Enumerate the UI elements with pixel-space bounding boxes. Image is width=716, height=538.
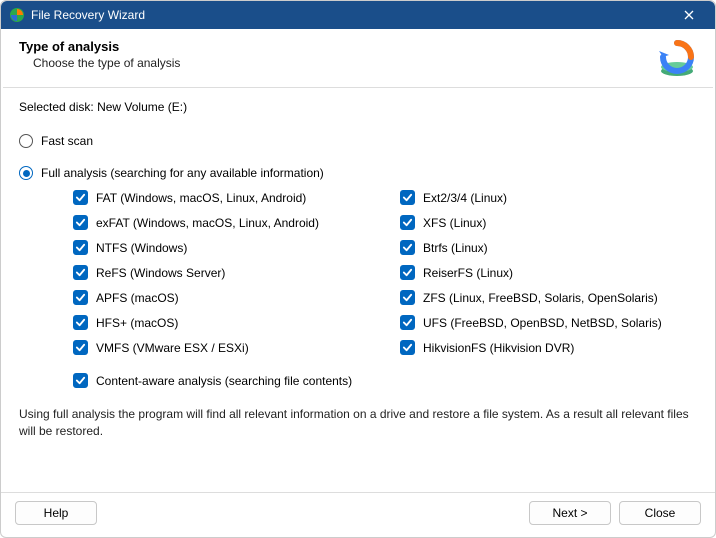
app-icon <box>9 7 25 23</box>
radio-icon <box>19 134 33 148</box>
checkbox-icon <box>400 315 415 330</box>
fs-label: VMFS (VMware ESX / ESXi) <box>96 341 249 355</box>
full-analysis-radio[interactable]: Full analysis (searching for any availab… <box>19 166 697 180</box>
fs-label: HikvisionFS (Hikvision DVR) <box>423 341 574 355</box>
fs-checkbox-c2-1[interactable]: XFS (Linux) <box>400 215 697 230</box>
fs-label: Btrfs (Linux) <box>423 241 488 255</box>
checkbox-icon <box>73 190 88 205</box>
fs-label: ReFS (Windows Server) <box>96 266 225 280</box>
fs-checkbox-c1-5[interactable]: HFS+ (macOS) <box>73 315 370 330</box>
analysis-description: Using full analysis the program will fin… <box>19 406 697 440</box>
checkbox-icon <box>73 265 88 280</box>
fs-checkbox-c1-4[interactable]: APFS (macOS) <box>73 290 370 305</box>
filesystem-grid: FAT (Windows, macOS, Linux, Android) Ext2… <box>73 190 697 355</box>
selected-disk-label: Selected disk: New Volume (E:) <box>19 100 697 114</box>
fs-label: exFAT (Windows, macOS, Linux, Android) <box>96 216 319 230</box>
checkbox-icon <box>400 265 415 280</box>
checkbox-icon <box>400 290 415 305</box>
fs-label: FAT (Windows, macOS, Linux, Android) <box>96 191 306 205</box>
next-button[interactable]: Next > <box>529 501 611 525</box>
fs-checkbox-c2-0[interactable]: Ext2/3/4 (Linux) <box>400 190 697 205</box>
checkbox-icon <box>73 215 88 230</box>
help-button[interactable]: Help <box>15 501 97 525</box>
fs-checkbox-c2-4[interactable]: ZFS (Linux, FreeBSD, Solaris, OpenSolari… <box>400 290 697 305</box>
fs-label: ZFS (Linux, FreeBSD, Solaris, OpenSolari… <box>423 291 658 305</box>
fs-checkbox-c2-3[interactable]: ReiserFS (Linux) <box>400 265 697 280</box>
page-heading: Type of analysis <box>19 39 657 54</box>
content-aware-label: Content-aware analysis (searching file c… <box>96 374 352 388</box>
checkbox-icon <box>400 215 415 230</box>
radio-icon <box>19 166 33 180</box>
close-icon <box>684 10 694 20</box>
fs-checkbox-c1-1[interactable]: exFAT (Windows, macOS, Linux, Android) <box>73 215 370 230</box>
checkbox-icon <box>400 240 415 255</box>
close-button[interactable]: Close <box>619 501 701 525</box>
fs-checkbox-c1-6[interactable]: VMFS (VMware ESX / ESXi) <box>73 340 370 355</box>
window-title: File Recovery Wizard <box>31 8 145 22</box>
fs-checkbox-c2-2[interactable]: Btrfs (Linux) <box>400 240 697 255</box>
wizard-header: Type of analysis Choose the type of anal… <box>1 29 715 87</box>
checkbox-icon <box>73 340 88 355</box>
content-aware-checkbox[interactable]: Content-aware analysis (searching file c… <box>73 373 697 388</box>
fast-scan-label: Fast scan <box>41 134 93 148</box>
checkbox-icon <box>73 373 88 388</box>
fs-label: UFS (FreeBSD, OpenBSD, NetBSD, Solaris) <box>423 316 662 330</box>
fs-label: APFS (macOS) <box>96 291 179 305</box>
close-window-button[interactable] <box>669 1 709 29</box>
wizard-icon <box>657 39 697 79</box>
fs-label: XFS (Linux) <box>423 216 486 230</box>
full-analysis-label: Full analysis (searching for any availab… <box>41 166 324 180</box>
page-subheading: Choose the type of analysis <box>33 56 657 70</box>
fs-checkbox-c2-5[interactable]: UFS (FreeBSD, OpenBSD, NetBSD, Solaris) <box>400 315 697 330</box>
checkbox-icon <box>73 315 88 330</box>
titlebar: File Recovery Wizard <box>1 1 715 29</box>
fs-checkbox-c1-0[interactable]: FAT (Windows, macOS, Linux, Android) <box>73 190 370 205</box>
checkbox-icon <box>400 190 415 205</box>
fs-checkbox-c2-6[interactable]: HikvisionFS (Hikvision DVR) <box>400 340 697 355</box>
footer: Help Next > Close <box>1 492 715 537</box>
fast-scan-radio[interactable]: Fast scan <box>19 134 697 148</box>
fs-label: Ext2/3/4 (Linux) <box>423 191 507 205</box>
fs-label: NTFS (Windows) <box>96 241 187 255</box>
fs-label: HFS+ (macOS) <box>96 316 178 330</box>
fs-label: ReiserFS (Linux) <box>423 266 513 280</box>
checkbox-icon <box>400 340 415 355</box>
content-area: Selected disk: New Volume (E:) Fast scan… <box>1 88 715 492</box>
fs-checkbox-c1-3[interactable]: ReFS (Windows Server) <box>73 265 370 280</box>
checkbox-icon <box>73 290 88 305</box>
checkbox-icon <box>73 240 88 255</box>
fs-checkbox-c1-2[interactable]: NTFS (Windows) <box>73 240 370 255</box>
